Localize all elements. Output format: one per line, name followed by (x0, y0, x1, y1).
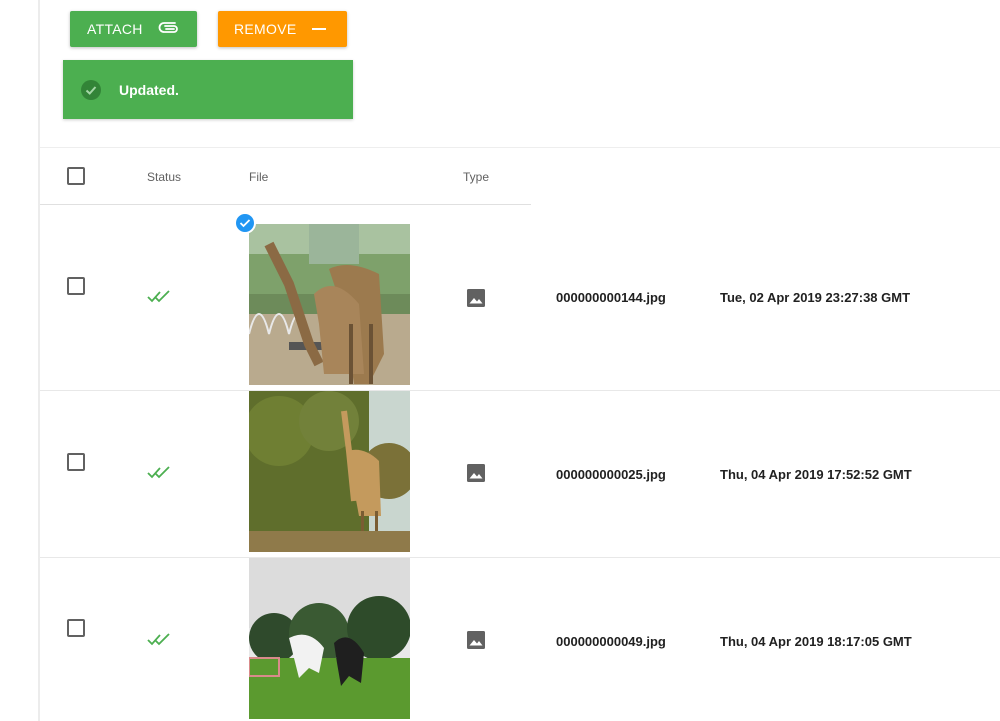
row-checkbox[interactable] (67, 619, 85, 637)
double-check-icon (147, 466, 170, 479)
success-toast: Updated. (63, 60, 353, 119)
file-name[interactable]: 000000000049.jpg (556, 634, 666, 649)
column-header-status[interactable]: Status (147, 170, 181, 184)
thumbnail-giraffes[interactable] (249, 224, 410, 385)
left-divider (38, 0, 40, 721)
table-top-border (40, 147, 1000, 148)
remove-button[interactable]: REMOVE (218, 11, 347, 47)
row-checkbox[interactable] (67, 277, 85, 295)
paperclip-icon (158, 22, 178, 33)
row-divider (40, 390, 1000, 391)
selected-check-badge[interactable] (234, 212, 256, 234)
check-circle-icon (81, 80, 101, 100)
attach-label: ATTACH (87, 21, 143, 37)
column-header-type[interactable]: Type (463, 170, 489, 184)
thumbnail-horses[interactable] (249, 558, 410, 719)
minus-icon (312, 28, 326, 30)
header-divider (40, 204, 531, 205)
double-check-icon (147, 290, 170, 303)
select-all-checkbox[interactable] (67, 167, 85, 185)
column-header-file[interactable]: File (249, 170, 268, 184)
file-date: Tue, 02 Apr 2019 23:27:38 GMT (720, 290, 911, 305)
image-icon (467, 289, 485, 307)
file-date: Thu, 04 Apr 2019 18:17:05 GMT (720, 634, 912, 649)
file-name[interactable]: 000000000144.jpg (556, 290, 666, 305)
image-icon (467, 631, 485, 649)
attach-button[interactable]: ATTACH (70, 11, 197, 47)
row-checkbox[interactable] (67, 453, 85, 471)
toast-message: Updated. (119, 82, 179, 98)
remove-label: REMOVE (234, 21, 297, 37)
row-divider (40, 557, 1000, 558)
file-date: Thu, 04 Apr 2019 17:52:52 GMT (720, 467, 912, 482)
double-check-icon (147, 633, 170, 646)
thumbnail-giraffe-tree[interactable] (249, 391, 410, 552)
check-icon (239, 219, 251, 228)
file-name[interactable]: 000000000025.jpg (556, 467, 666, 482)
image-icon (467, 464, 485, 482)
